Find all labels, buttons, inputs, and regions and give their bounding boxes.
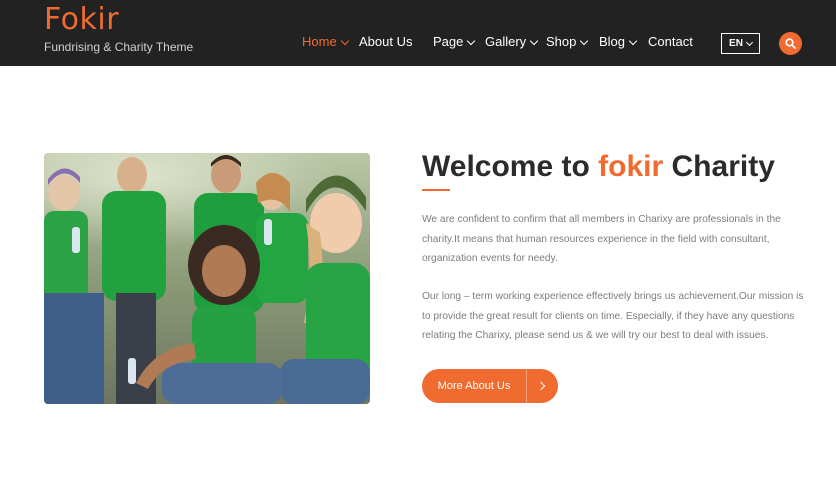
nav-item-label: Shop	[546, 34, 577, 49]
search-icon	[785, 38, 796, 49]
nav-item-home[interactable]: Home	[302, 33, 349, 51]
volunteers-image	[44, 153, 370, 404]
language-label: EN	[729, 38, 743, 49]
nav-item-blog[interactable]: Blog	[599, 33, 638, 51]
button-label: More About Us	[437, 380, 511, 392]
heading-suffix: Charity	[671, 150, 775, 183]
nav-item-gallery[interactable]: Gallery	[485, 33, 539, 51]
volunteers-photo	[44, 153, 370, 404]
heading-underline	[422, 189, 450, 191]
more-about-us-button[interactable]: More About Us	[422, 369, 558, 403]
nav-item-contact[interactable]: Contact	[648, 33, 693, 51]
about-paragraph-2: Our long – term working experience effec…	[422, 291, 804, 341]
chevron-down-icon	[467, 36, 476, 45]
about-paragraph-1: We are confident to confirm that all mem…	[422, 214, 781, 264]
about-heading: Welcome to fokir Charity	[422, 148, 775, 186]
chevron-down-icon	[745, 38, 753, 46]
nav-item-label: About Us	[359, 34, 413, 49]
site-header: Fokir Fundrising & Charity Theme Home Ab…	[0, 0, 836, 66]
chevron-right-icon	[527, 381, 558, 391]
nav-item-label: Home	[302, 34, 337, 49]
heading-prefix: Welcome to	[422, 150, 590, 183]
nav-item-label: Page	[433, 34, 464, 49]
search-button[interactable]	[779, 32, 802, 55]
language-selector[interactable]: EN	[721, 33, 760, 54]
chevron-down-icon	[580, 36, 589, 45]
chevron-down-icon	[529, 36, 539, 45]
nav-item-about-us[interactable]: About Us	[359, 33, 412, 51]
chevron-down-icon	[340, 36, 349, 45]
heading-accent: fokir	[598, 150, 664, 183]
nav-item-page[interactable]: Page	[433, 33, 476, 51]
chevron-down-icon	[628, 36, 638, 45]
nav-item-label: Contact	[648, 34, 693, 49]
nav-item-label: Blog	[599, 34, 626, 49]
nav-item-shop[interactable]: Shop	[546, 33, 589, 51]
nav-item-label: Gallery	[485, 34, 527, 49]
main-nav: Home About Us Page Gallery Shop Blog Con…	[0, 33, 836, 51]
